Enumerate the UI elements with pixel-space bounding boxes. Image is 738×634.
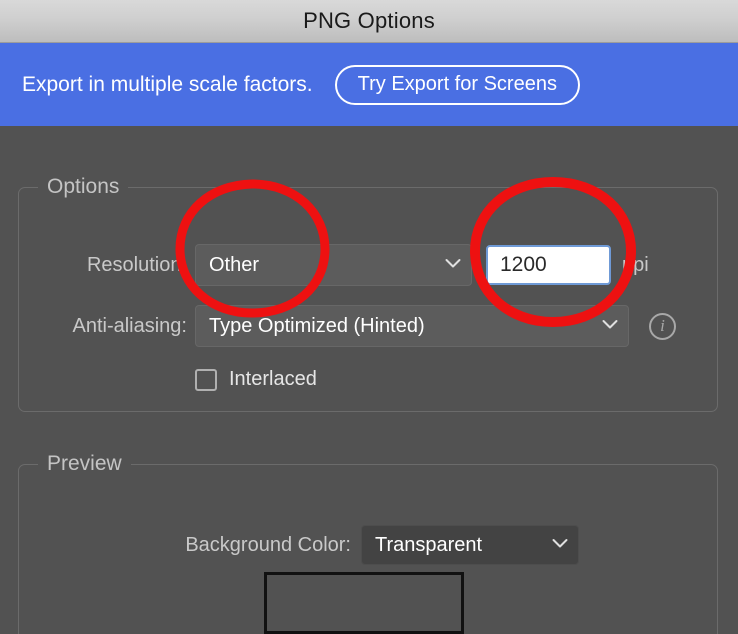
interlaced-checkbox[interactable]: Interlaced: [195, 368, 317, 391]
png-options-dialog: PNG Options Export in multiple scale fac…: [0, 0, 738, 634]
preview-swatch-rectangle: [264, 572, 464, 634]
background-color-row: Background Color: Transparent: [1, 525, 738, 565]
resolution-ppi-value: 1200: [500, 253, 547, 276]
antialiasing-select[interactable]: Type Optimized (Hinted): [195, 305, 629, 347]
dialog-body: Options Resolution: Other 1200 ppi Anti-…: [0, 126, 738, 634]
antialiasing-label: Anti-aliasing:: [72, 314, 187, 337]
resolution-unit-label: ppi: [622, 253, 649, 276]
background-color-select[interactable]: Transparent: [361, 525, 579, 565]
options-group: Options Resolution: Other 1200 ppi Anti-…: [18, 175, 718, 412]
resolution-select-value: Other: [209, 253, 260, 276]
interlaced-label: Interlaced: [229, 368, 317, 390]
antialiasing-row: Anti-aliasing: Type Optimized (Hinted) i: [1, 305, 738, 347]
dialog-titlebar: PNG Options: [0, 0, 738, 43]
promo-banner: Export in multiple scale factors. Try Ex…: [0, 43, 738, 126]
preview-group-label: Preview: [38, 452, 131, 476]
checkbox-box-icon: [195, 368, 217, 391]
options-group-label: Options: [38, 175, 129, 199]
background-color-label: Background Color:: [185, 533, 351, 556]
chevron-down-icon: [445, 256, 461, 274]
interlaced-row: Interlaced: [1, 368, 738, 391]
antialiasing-select-value: Type Optimized (Hinted): [209, 314, 425, 337]
background-color-select-value: Transparent: [375, 533, 483, 556]
resolution-label: Resolution:: [86, 253, 187, 276]
resolution-row: Resolution: Other 1200 ppi: [1, 244, 738, 286]
resolution-select[interactable]: Other: [195, 244, 472, 286]
resolution-ppi-input[interactable]: 1200: [486, 245, 611, 285]
promo-banner-message: Export in multiple scale factors.: [22, 72, 313, 96]
dialog-title: PNG Options: [303, 8, 435, 33]
info-icon[interactable]: i: [649, 312, 676, 340]
chevron-down-icon: [552, 536, 568, 554]
chevron-down-icon: [602, 317, 618, 335]
try-export-for-screens-button[interactable]: Try Export for Screens: [334, 64, 580, 105]
